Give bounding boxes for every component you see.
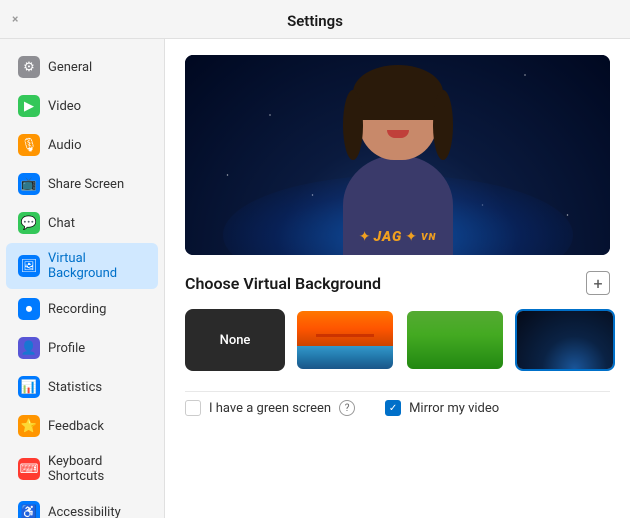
green-screen-help-icon[interactable]: ? bbox=[339, 400, 355, 416]
sidebar-item-audio[interactable]: 🎙 Audio bbox=[6, 126, 158, 164]
sharescreen-icon: 📺 bbox=[18, 173, 40, 195]
keyboard-icon: ⌨ bbox=[18, 458, 40, 480]
sidebar-item-keyboard[interactable]: ⌨ Keyboard Shortcuts bbox=[6, 446, 158, 492]
person-lips bbox=[387, 130, 409, 138]
sidebar-item-profile[interactable]: 👤 Profile bbox=[6, 329, 158, 367]
sidebar-label-statistics: Statistics bbox=[48, 380, 102, 395]
sidebar-label-keyboard: Keyboard Shortcuts bbox=[48, 454, 146, 484]
close-button[interactable]: × bbox=[12, 12, 18, 26]
green-screen-label: I have a green screen bbox=[209, 401, 331, 416]
watermark-star-right: ✦ bbox=[405, 229, 417, 245]
content-area: ✦ JAG ✦ VN Choose Virtual Background + N… bbox=[165, 39, 630, 518]
sidebar-label-general: General bbox=[48, 60, 92, 75]
video-preview: ✦ JAG ✦ VN bbox=[185, 55, 610, 255]
sidebar-label-virtual: Virtual Background bbox=[48, 251, 146, 281]
chat-icon: 💬 bbox=[18, 212, 40, 234]
green-screen-checkbox[interactable] bbox=[185, 400, 201, 416]
watermark: ✦ JAG ✦ VN bbox=[359, 229, 437, 245]
bg-option-space[interactable] bbox=[515, 309, 615, 371]
bg-options: None bbox=[185, 309, 610, 371]
green-screen-option[interactable]: I have a green screen ? bbox=[185, 400, 355, 416]
sidebar-label-recording: Recording bbox=[48, 302, 106, 317]
sidebar-item-recording[interactable]: ⏺ Recording bbox=[6, 290, 158, 328]
sidebar-label-accessibility: Accessibility bbox=[48, 505, 121, 518]
sidebar-label-feedback: Feedback bbox=[48, 419, 104, 434]
sidebar-item-chat[interactable]: 💬 Chat bbox=[6, 204, 158, 242]
person-head bbox=[358, 70, 438, 160]
sidebar-item-feedback[interactable]: ⭐ Feedback bbox=[6, 407, 158, 445]
recording-icon: ⏺ bbox=[18, 298, 40, 320]
statistics-icon: 📊 bbox=[18, 376, 40, 398]
add-background-button[interactable]: + bbox=[586, 271, 610, 295]
sidebar-label-video: Video bbox=[48, 99, 81, 114]
section-title: Choose Virtual Background bbox=[185, 274, 381, 293]
sidebar-label-sharescreen: Share Screen bbox=[48, 177, 124, 192]
title-bar: × Settings bbox=[0, 0, 630, 39]
bg-thumbnail-nature bbox=[407, 311, 503, 369]
mirror-video-checkbox[interactable]: ✓ bbox=[385, 400, 401, 416]
sidebar-label-profile: Profile bbox=[48, 341, 85, 356]
sidebar-label-audio: Audio bbox=[48, 138, 81, 153]
audio-icon: 🎙 bbox=[18, 134, 40, 156]
sidebar-label-chat: Chat bbox=[48, 216, 75, 231]
mirror-video-label: Mirror my video bbox=[409, 401, 499, 416]
person-figure bbox=[333, 70, 463, 255]
sidebar-item-general[interactable]: ⚙ General bbox=[6, 48, 158, 86]
watermark-text: JAG bbox=[373, 229, 402, 245]
general-icon: ⚙ bbox=[18, 56, 40, 78]
bg-thumbnail-space bbox=[517, 311, 613, 369]
bg-option-bridge[interactable] bbox=[295, 309, 395, 371]
sidebar-item-video[interactable]: ▶ Video bbox=[6, 87, 158, 125]
sidebar-item-sharescreen[interactable]: 📺 Share Screen bbox=[6, 165, 158, 203]
sidebar-item-virtual[interactable]: 🖼 Virtual Background bbox=[6, 243, 158, 289]
sidebar-item-statistics[interactable]: 📊 Statistics bbox=[6, 368, 158, 406]
section-header: Choose Virtual Background + bbox=[185, 271, 610, 295]
video-icon: ▶ bbox=[18, 95, 40, 117]
profile-icon: 👤 bbox=[18, 337, 40, 359]
main-layout: ⚙ General ▶ Video 🎙 Audio 📺 Share Screen 💬 Chat 🖼 V… bbox=[0, 39, 630, 518]
person-hair bbox=[353, 65, 443, 120]
accessibility-icon: ♿ bbox=[18, 501, 40, 518]
person-hair-left bbox=[343, 90, 363, 160]
sidebar-item-accessibility[interactable]: ♿ Accessibility bbox=[6, 493, 158, 518]
bg-option-none[interactable]: None bbox=[185, 309, 285, 371]
watermark-subtext: VN bbox=[421, 232, 436, 243]
mirror-video-option[interactable]: ✓ Mirror my video bbox=[385, 400, 499, 416]
bg-thumbnail-bridge bbox=[297, 311, 393, 369]
bg-option-nature[interactable] bbox=[405, 309, 505, 371]
sidebar: ⚙ General ▶ Video 🎙 Audio 📺 Share Screen 💬 Chat 🖼 V… bbox=[0, 39, 165, 518]
checkboxes-row: I have a green screen ? ✓ Mirror my vide… bbox=[185, 391, 610, 416]
feedback-icon: ⭐ bbox=[18, 415, 40, 437]
page-title: Settings bbox=[287, 12, 343, 30]
virtual-icon: 🖼 bbox=[18, 255, 40, 277]
watermark-star-left: ✦ bbox=[359, 229, 371, 245]
person-hair-right bbox=[433, 90, 453, 160]
